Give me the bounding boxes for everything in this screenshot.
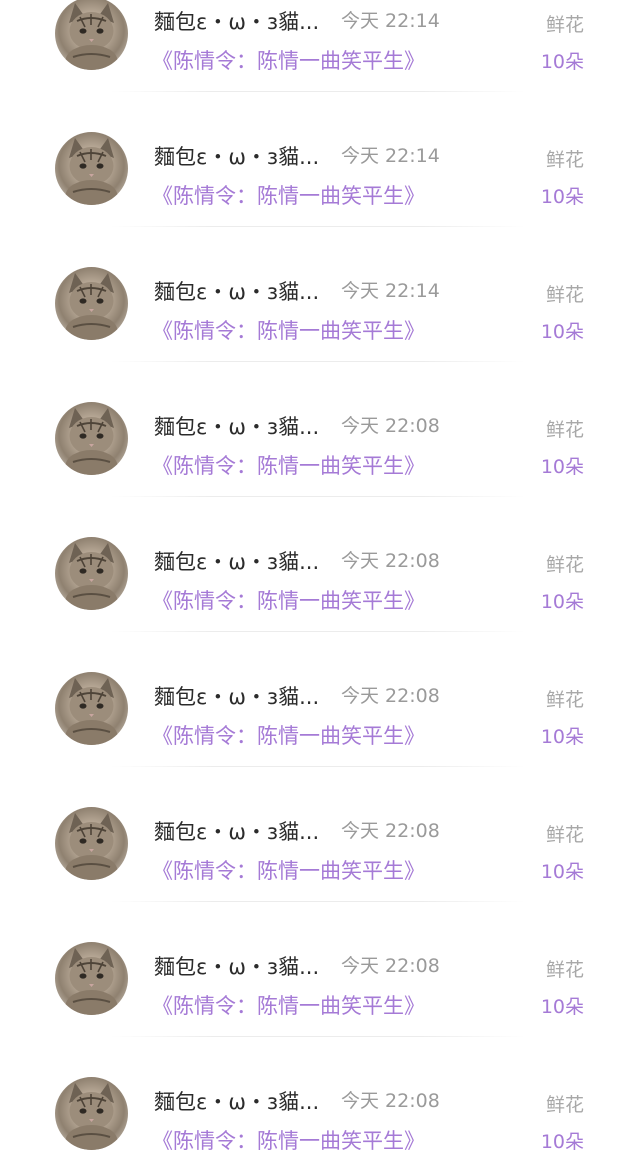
work-title-link[interactable]: 《陈情令：陈情一曲笑平生》	[152, 855, 425, 885]
list-item[interactable]: 麵包ε・ω・з貓... 今天 22:14 《陈情令：陈情一曲笑平生》 鲜花 10…	[0, 227, 640, 362]
gift-type: 鲜花	[545, 14, 584, 36]
gift-type: 鲜花	[545, 284, 584, 306]
list-item[interactable]: 麵包ε・ω・з貓... 今天 22:14 《陈情令：陈情一曲笑平生》 鲜花 10…	[0, 92, 640, 227]
timestamp: 今天 22:08	[341, 820, 440, 842]
gift-count: 10朵	[540, 726, 584, 748]
avatar[interactable]	[55, 0, 128, 70]
user-name[interactable]: 麵包ε・ω・з貓...	[154, 276, 319, 306]
user-name[interactable]: 麵包ε・ω・з貓...	[154, 6, 319, 36]
cat-avatar-icon	[65, 543, 118, 610]
gift-count: 10朵	[540, 861, 584, 883]
timestamp: 今天 22:08	[341, 955, 440, 977]
timestamp: 今天 22:14	[341, 10, 440, 32]
user-name[interactable]: 麵包ε・ω・з貓...	[154, 816, 319, 846]
gift-type: 鲜花	[545, 1094, 584, 1116]
avatar[interactable]	[55, 672, 128, 745]
gift-count: 10朵	[540, 591, 584, 613]
cat-avatar-icon	[65, 1083, 118, 1150]
gift-type: 鲜花	[545, 419, 584, 441]
timestamp: 今天 22:08	[341, 685, 440, 707]
gift-type: 鲜花	[545, 554, 584, 576]
list-item[interactable]: 麵包ε・ω・з貓... 今天 22:08 《陈情令：陈情一曲笑平生》 鲜花 10…	[0, 767, 640, 902]
avatar[interactable]	[55, 132, 128, 205]
timestamp: 今天 22:08	[341, 1090, 440, 1112]
list-item[interactable]: 麵包ε・ω・з貓... 今天 22:08 《陈情令：陈情一曲笑平生》 鲜花 10…	[0, 362, 640, 497]
avatar[interactable]	[55, 942, 128, 1015]
cat-avatar-icon	[65, 678, 118, 745]
avatar[interactable]	[55, 1077, 128, 1150]
timestamp: 今天 22:08	[341, 415, 440, 437]
gift-count: 10朵	[540, 1131, 584, 1153]
cat-avatar-icon	[65, 138, 118, 205]
avatar[interactable]	[55, 537, 128, 610]
gift-type: 鲜花	[545, 689, 584, 711]
work-title-link[interactable]: 《陈情令：陈情一曲笑平生》	[152, 990, 425, 1020]
work-title-link[interactable]: 《陈情令：陈情一曲笑平生》	[152, 1125, 425, 1155]
user-name[interactable]: 麵包ε・ω・з貓...	[154, 681, 319, 711]
gift-record-list: 麵包ε・ω・з貓... 今天 22:14 《陈情令：陈情一曲笑平生》 鲜花 10…	[0, 0, 640, 1172]
gift-count: 10朵	[540, 321, 584, 343]
gift-type: 鲜花	[545, 149, 584, 171]
list-item[interactable]: 麵包ε・ω・з貓... 今天 22:08 《陈情令：陈情一曲笑平生》 鲜花 10…	[0, 497, 640, 632]
work-title-link[interactable]: 《陈情令：陈情一曲笑平生》	[152, 180, 425, 210]
list-item[interactable]: 麵包ε・ω・з貓... 今天 22:14 《陈情令：陈情一曲笑平生》 鲜花 10…	[0, 0, 640, 92]
user-name[interactable]: 麵包ε・ω・з貓...	[154, 1086, 319, 1116]
gift-count: 10朵	[540, 996, 584, 1018]
user-name[interactable]: 麵包ε・ω・з貓...	[154, 411, 319, 441]
timestamp: 今天 22:14	[341, 145, 440, 167]
work-title-link[interactable]: 《陈情令：陈情一曲笑平生》	[152, 720, 425, 750]
cat-avatar-icon	[65, 813, 118, 880]
work-title-link[interactable]: 《陈情令：陈情一曲笑平生》	[152, 315, 425, 345]
timestamp: 今天 22:08	[341, 550, 440, 572]
list-item[interactable]: 麵包ε・ω・з貓... 今天 22:08 《陈情令：陈情一曲笑平生》 鲜花 10…	[0, 632, 640, 767]
user-name[interactable]: 麵包ε・ω・з貓...	[154, 546, 319, 576]
gift-count: 10朵	[540, 456, 584, 478]
user-name[interactable]: 麵包ε・ω・з貓...	[154, 141, 319, 171]
gift-type: 鲜花	[545, 959, 584, 981]
gift-count: 10朵	[540, 186, 584, 208]
work-title-link[interactable]: 《陈情令：陈情一曲笑平生》	[152, 45, 425, 75]
cat-avatar-icon	[65, 408, 118, 475]
cat-avatar-icon	[65, 273, 118, 340]
avatar[interactable]	[55, 807, 128, 880]
avatar[interactable]	[55, 402, 128, 475]
gift-count: 10朵	[540, 51, 584, 73]
work-title-link[interactable]: 《陈情令：陈情一曲笑平生》	[152, 585, 425, 615]
list-item[interactable]: 麵包ε・ω・з貓... 今天 22:08 《陈情令：陈情一曲笑平生》 鲜花 10…	[0, 902, 640, 1037]
cat-avatar-icon	[65, 3, 118, 70]
user-name[interactable]: 麵包ε・ω・з貓...	[154, 951, 319, 981]
timestamp: 今天 22:14	[341, 280, 440, 302]
avatar[interactable]	[55, 267, 128, 340]
work-title-link[interactable]: 《陈情令：陈情一曲笑平生》	[152, 450, 425, 480]
list-item[interactable]: 麵包ε・ω・з貓... 今天 22:08 《陈情令：陈情一曲笑平生》 鲜花 10…	[0, 1037, 640, 1172]
cat-avatar-icon	[65, 948, 118, 1015]
gift-type: 鲜花	[545, 824, 584, 846]
